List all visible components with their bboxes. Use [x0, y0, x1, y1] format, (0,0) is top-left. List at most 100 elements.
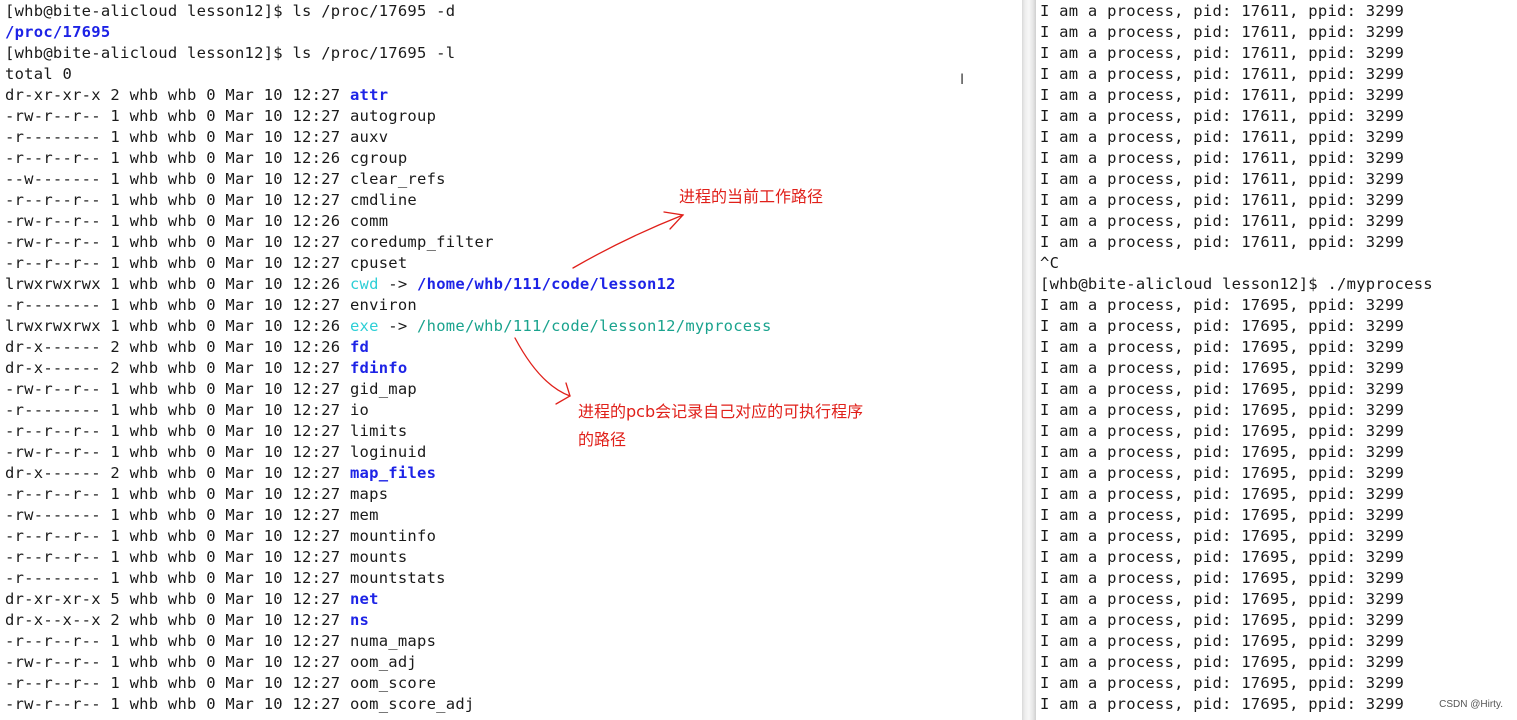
terminal-text: -r--r--r-- 1 whb whb 0 Mar 10 12:27 moun… [5, 527, 437, 545]
terminal-text: -> [378, 275, 418, 293]
terminal-line: I am a process, pid: 17695, ppid: 3299 [1040, 632, 1405, 650]
terminal-text: -r--r--r-- 1 whb whb 0 Mar 10 12:27 cpus… [5, 254, 408, 272]
terminal-line: dr-x------ 2 whb whb 0 Mar 10 12:27 fdin… [5, 358, 407, 379]
terminal-line: dr-x--x--x 2 whb whb 0 Mar 10 12:27 ns [5, 610, 369, 631]
highlighted-entry: ns [349, 611, 370, 629]
terminal-line: -r--r--r-- 1 whb whb 0 Mar 10 12:27 moun… [5, 526, 436, 547]
terminal-line: -rw-r--r-- 1 whb whb 0 Mar 10 12:27 oom_… [5, 652, 417, 673]
terminal-line: I am a process, pid: 17695, ppid: 3299 [1040, 506, 1405, 524]
highlighted-entry: net [349, 590, 379, 608]
cwd-annotation: 进程的当前工作路径 [679, 187, 824, 206]
terminal-line: -r-------- 1 whb whb 0 Mar 10 12:27 auxv [5, 127, 388, 148]
terminal-line: -r--r--r-- 1 whb whb 0 Mar 10 12:27 limi… [5, 421, 407, 442]
terminal-line: I am a process, pid: 17695, ppid: 3299 [1040, 338, 1405, 356]
terminal-line: I am a process, pid: 17695, ppid: 3299 [1040, 590, 1405, 608]
highlighted-entry: /home/whb/111/code/lesson12/myprocess [417, 317, 772, 335]
terminal-text: [whb@bite-alicloud lesson12]$ ls /proc/1… [5, 44, 456, 62]
terminal-line: I am a process, pid: 17695, ppid: 3299 [1040, 674, 1405, 692]
terminal-line: I am a process, pid: 17611, ppid: 3299 [1040, 107, 1405, 125]
terminal-line: I am a process, pid: 17695, ppid: 3299 [1040, 464, 1405, 482]
terminal-line: -rw-r--r-- 1 whb whb 0 Mar 10 12:27 gid_… [5, 379, 417, 400]
terminal-text: total 0 [5, 65, 73, 83]
terminal-line: -rw-r--r-- 1 whb whb 0 Mar 10 12:27 core… [5, 232, 494, 253]
terminal-line: I am a process, pid: 17695, ppid: 3299 [1040, 359, 1405, 377]
terminal-text: -> [378, 317, 418, 335]
terminal-line: -r--r--r-- 1 whb whb 0 Mar 10 12:26 cgro… [5, 148, 407, 169]
pane-splitter[interactable] [1022, 0, 1036, 720]
terminal-line: -rw------- 1 whb whb 0 Mar 10 12:27 mem [5, 505, 379, 526]
terminal-line: -r-------- 1 whb whb 0 Mar 10 12:27 moun… [5, 568, 446, 589]
terminal-line: -rw-r--r-- 1 whb whb 0 Mar 10 12:27 auto… [5, 106, 436, 127]
terminal-line: I am a process, pid: 17611, ppid: 3299 [1040, 128, 1405, 146]
terminal-line: I am a process, pid: 17695, ppid: 3299 [1040, 296, 1405, 314]
terminal-text: --w------- 1 whb whb 0 Mar 10 12:27 clea… [5, 170, 446, 188]
terminal-text: -rw-r--r-- 1 whb whb 0 Mar 10 12:27 core… [5, 233, 494, 251]
terminal-line: I am a process, pid: 17695, ppid: 3299 [1040, 548, 1405, 566]
terminal-line: I am a process, pid: 17695, ppid: 3299 [1040, 401, 1405, 419]
terminal-line: --w------- 1 whb whb 0 Mar 10 12:27 clea… [5, 169, 446, 190]
terminal-text: -r--r--r-- 1 whb whb 0 Mar 10 12:27 moun… [5, 548, 408, 566]
terminal-text: dr-x------ 2 whb whb 0 Mar 10 12:27 [5, 464, 350, 482]
terminal-line: I am a process, pid: 17611, ppid: 3299 [1040, 212, 1405, 230]
terminal-text: -r--r--r-- 1 whb whb 0 Mar 10 12:27 oom_… [5, 674, 437, 692]
terminal-line: I am a process, pid: 17611, ppid: 3299 [1040, 65, 1405, 83]
terminal-text: -rw-r--r-- 1 whb whb 0 Mar 10 12:27 gid_… [5, 380, 418, 398]
terminal-text: -rw-r--r-- 1 whb whb 0 Mar 10 12:26 comm [5, 212, 389, 230]
terminal-text: -rw-r--r-- 1 whb whb 0 Mar 10 12:27 auto… [5, 107, 437, 125]
terminal-text: lrwxrwxrwx 1 whb whb 0 Mar 10 12:26 [5, 275, 350, 293]
terminal-line: -r-------- 1 whb whb 0 Mar 10 12:27 envi… [5, 295, 417, 316]
terminal-line: -rw-r--r-- 1 whb whb 0 Mar 10 12:27 logi… [5, 442, 427, 463]
terminal-text: -rw------- 1 whb whb 0 Mar 10 12:27 mem [5, 506, 379, 524]
terminal-line: [whb@bite-alicloud lesson12]$ ./myproces… [1040, 275, 1433, 293]
terminal-line: [whb@bite-alicloud lesson12]$ ls /proc/1… [5, 1, 455, 22]
highlighted-entry: cwd [349, 275, 379, 293]
highlighted-entry: fdinfo [349, 359, 408, 377]
terminal-text: -r-------- 1 whb whb 0 Mar 10 12:27 moun… [5, 569, 446, 587]
terminal-line: total 0 [5, 64, 72, 85]
terminal-line: ^C [1040, 254, 1060, 272]
terminal-text: -r-------- 1 whb whb 0 Mar 10 12:27 auxv [5, 128, 389, 146]
terminal-line: I am a process, pid: 17695, ppid: 3299 [1040, 317, 1405, 335]
terminal-text: -r--r--r-- 1 whb whb 0 Mar 10 12:27 maps [5, 485, 389, 503]
terminal-line: I am a process, pid: 17611, ppid: 3299 [1040, 2, 1405, 20]
terminal-line: I am a process, pid: 17611, ppid: 3299 [1040, 149, 1405, 167]
terminal-line: I am a process, pid: 17695, ppid: 3299 [1040, 695, 1405, 713]
terminal-line: dr-xr-xr-x 5 whb whb 0 Mar 10 12:27 net [5, 589, 379, 610]
terminal-line: I am a process, pid: 17695, ppid: 3299 [1040, 653, 1405, 671]
terminal-line: lrwxrwxrwx 1 whb whb 0 Mar 10 12:26 cwd … [5, 274, 676, 295]
terminal-line: -r--r--r-- 1 whb whb 0 Mar 10 12:27 oom_… [5, 673, 436, 694]
terminal-text: [whb@bite-alicloud lesson12]$ ls /proc/1… [5, 2, 456, 20]
terminal-line: -r-------- 1 whb whb 0 Mar 10 12:27 io [5, 400, 369, 421]
terminal-line: -rw-r--r-- 1 whb whb 0 Mar 10 12:26 comm [5, 211, 388, 232]
terminal-text: -r--r--r-- 1 whb whb 0 Mar 10 12:27 cmdl… [5, 191, 418, 209]
terminal-text: -rw-r--r-- 1 whb whb 0 Mar 10 12:27 oom_… [5, 653, 418, 671]
terminal-text: -r--r--r-- 1 whb whb 0 Mar 10 12:26 cgro… [5, 149, 408, 167]
terminal-line: I am a process, pid: 17695, ppid: 3299 [1040, 611, 1405, 629]
text-cursor-icon: I [960, 72, 965, 88]
terminal-text: -rw-r--r-- 1 whb whb 0 Mar 10 12:27 logi… [5, 443, 427, 461]
watermark: CSDN @Hirty. [1439, 699, 1503, 710]
left-terminal[interactable]: [whb@bite-alicloud lesson12]$ ls /proc/1… [0, 0, 1022, 720]
terminal-text: dr-x--x--x 2 whb whb 0 Mar 10 12:27 [5, 611, 350, 629]
terminal-line: I am a process, pid: 17695, ppid: 3299 [1040, 380, 1405, 398]
highlighted-entry: map_files [349, 464, 437, 482]
terminal-line: I am a process, pid: 17695, ppid: 3299 [1040, 443, 1405, 461]
terminal-line: I am a process, pid: 17611, ppid: 3299 [1040, 233, 1405, 251]
terminal-text: -rw-r--r-- 1 whb whb 0 Mar 10 12:27 oom_… [5, 695, 475, 713]
terminal-line: I am a process, pid: 17695, ppid: 3299 [1040, 569, 1405, 587]
highlighted-entry: /proc/17695 [5, 23, 111, 41]
terminal-line: dr-x------ 2 whb whb 0 Mar 10 12:26 fd [5, 337, 369, 358]
terminal-line: [whb@bite-alicloud lesson12]$ ls /proc/1… [5, 43, 455, 64]
terminal-line: /proc/17695 [5, 22, 110, 43]
terminal-text: -r--r--r-- 1 whb whb 0 Mar 10 12:27 numa… [5, 632, 437, 650]
terminal-line: I am a process, pid: 17611, ppid: 3299 [1040, 44, 1405, 62]
terminal-line: -rw-r--r-- 1 whb whb 0 Mar 10 12:27 oom_… [5, 694, 475, 715]
terminal-line: -r--r--r-- 1 whb whb 0 Mar 10 12:27 moun… [5, 547, 407, 568]
exe-annotation: 进程的pcb会记录自己对应的可执行程序的路径 [578, 402, 864, 449]
right-terminal[interactable]: I am a process, pid: 17611, ppid: 3299 I … [1036, 0, 1517, 720]
terminal-text: dr-x------ 2 whb whb 0 Mar 10 12:26 [5, 338, 350, 356]
terminal-line: dr-xr-xr-x 2 whb whb 0 Mar 10 12:27 attr [5, 85, 388, 106]
terminal-text: -r-------- 1 whb whb 0 Mar 10 12:27 io [5, 401, 370, 419]
terminal-text: dr-xr-xr-x 2 whb whb 0 Mar 10 12:27 [5, 86, 350, 104]
terminal-line: I am a process, pid: 17611, ppid: 3299 [1040, 86, 1405, 104]
